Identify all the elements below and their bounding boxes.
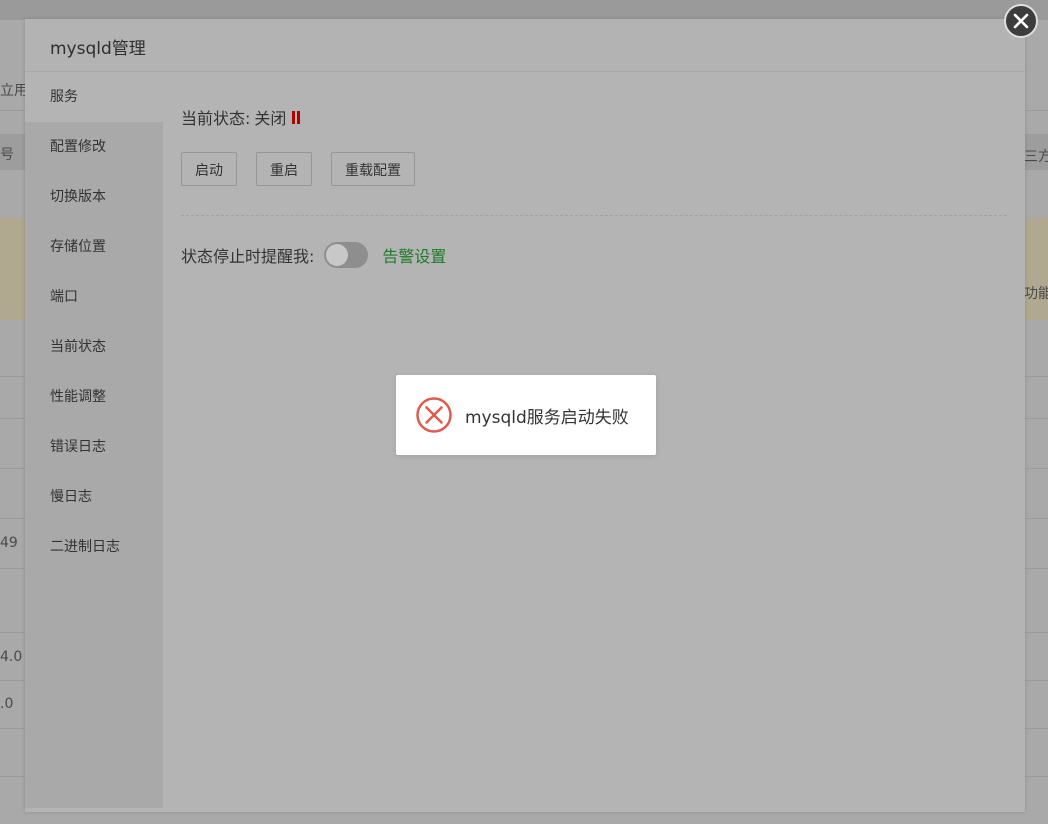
status-label: 当前状态:	[181, 109, 251, 128]
sidebar-item-label: 性能调整	[50, 389, 106, 405]
section-divider	[181, 215, 1007, 216]
background-cell-text: 49	[0, 535, 18, 551]
sidebar-item-port[interactable]: 端口	[25, 272, 163, 322]
sidebar-item-config-edit[interactable]: 配置修改	[25, 122, 163, 172]
background-topbar	[0, 0, 1048, 20]
sidebar-item-error-log[interactable]: 错误日志	[25, 422, 163, 472]
sidebar-item-binary-log[interactable]: 二进制日志	[25, 522, 163, 572]
start-button[interactable]: 启动	[181, 152, 237, 186]
close-icon	[1013, 13, 1029, 29]
background-column-header: 号	[0, 147, 14, 163]
status-value: 关闭	[254, 109, 287, 128]
sidebar-item-label: 配置修改	[50, 139, 106, 155]
sidebar-item-label: 切换版本	[50, 189, 106, 205]
background-cell-text: .0	[0, 696, 14, 712]
sidebar-item-label: 端口	[50, 289, 78, 305]
sidebar-item-label: 慢日志	[50, 489, 92, 505]
sidebar-item-storage-location[interactable]: 存储位置	[25, 222, 163, 272]
modal-sidebar: 服务 配置修改 切换版本 存储位置 端口 当前状态 性能调整 错误日志 慢日志 …	[25, 72, 163, 808]
sidebar-item-service[interactable]: 服务	[25, 72, 163, 122]
sidebar-item-label: 错误日志	[50, 439, 106, 455]
sidebar-item-slow-log[interactable]: 慢日志	[25, 472, 163, 522]
alert-label: 状态停止时提醒我:	[181, 247, 315, 266]
modal-title: mysqld管理	[50, 39, 146, 59]
background-cell-text: 4.0	[0, 649, 23, 665]
service-actions: 启动 重启 重载配置	[181, 152, 434, 186]
error-toast: mysqld服务启动失败	[396, 375, 656, 455]
modal-header: mysqld管理	[25, 19, 1025, 72]
background-banner-text: 功能	[1024, 286, 1048, 302]
sidebar-item-label: 当前状态	[50, 339, 106, 355]
alert-settings-link[interactable]: 告警设置	[382, 243, 446, 267]
reload-config-button[interactable]: 重载配置	[331, 152, 415, 186]
toggle-knob	[326, 244, 349, 266]
alert-toggle[interactable]	[324, 242, 369, 268]
pause-icon	[292, 110, 302, 124]
stop-alert-setting: 状态停止时提醒我: 告警设置	[181, 242, 446, 268]
service-status: 当前状态: 关闭	[181, 105, 302, 129]
sidebar-item-label: 存储位置	[50, 239, 106, 255]
background-column-header: 三方	[1024, 149, 1048, 165]
close-button[interactable]	[1004, 4, 1038, 38]
sidebar-item-current-status[interactable]: 当前状态	[25, 322, 163, 372]
sidebar-item-performance-tuning[interactable]: 性能调整	[25, 372, 163, 422]
toast-message: mysqld服务启动失败	[465, 407, 629, 428]
restart-button[interactable]: 重启	[256, 152, 312, 186]
sidebar-item-label: 二进制日志	[50, 539, 120, 555]
sidebar-item-switch-version[interactable]: 切换版本	[25, 172, 163, 222]
error-circle-icon	[416, 397, 452, 433]
sidebar-item-label: 服务	[50, 89, 78, 105]
